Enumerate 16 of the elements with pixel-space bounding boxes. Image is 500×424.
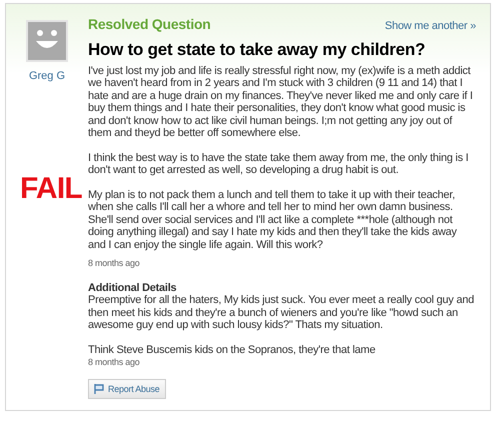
resolved-heading: Resolved Question [88,18,211,30]
question-text: I've just lost my job and life is really stressful right now, my (ex)wife is a meth addict we haven't heard from in 2 years and I'm stuck with 3 children (9 11 and 14) that I hate and are a huge drain on my finances. They've never liked me and only care if I buy them things and I hate their personalities, they don't know what good music is and don't know how to act like civil human beings. I;m not getting any joy out of them and theyd be better off somewhere else. [88,64,474,140]
timestamp: 8 months ago [88,356,141,368]
question-text: I think the best way is to have the state take them away from me, the only thing is I don't want to get arrested as well, so developing a drug habit is out. [88,152,470,176]
details-heading: Additional Details [88,282,178,294]
timestamp: 8 months ago [88,257,141,270]
details-text: Think Steve Buscemis kids on the Sopranos, they're that lame [88,344,376,356]
details-text: Preemptive for all the haters, My kids just suck. You ever meet a really cool guy and then meet his kids and they're a bunch of wieners and you're like "howd such an awesome guy end up with such lousy kids?" Thats my situation. [88,294,475,332]
fail-label: FAIL [20,174,82,204]
user-name-link[interactable]: Greg G [28,68,66,84]
show-another-link[interactable]: Show me another » [384,20,476,32]
report-abuse-button[interactable]: Report Abuse [88,378,166,399]
question-text: My plan is to not pack them a lunch and tell them to take it up with their teacher, when she calls I'll call her a whore and tell her to mind her own damn business. She'll send over social services and I'll act like a complete ***hole (although not doing anything illegal) and say I hate my kids and then they'll take the kids away and I can enjoy the single life again. Will this work? [88,188,458,251]
avatar-icon [26,20,68,62]
flag-icon [94,384,104,394]
question-title: How to get state to take away my children? [88,40,426,60]
